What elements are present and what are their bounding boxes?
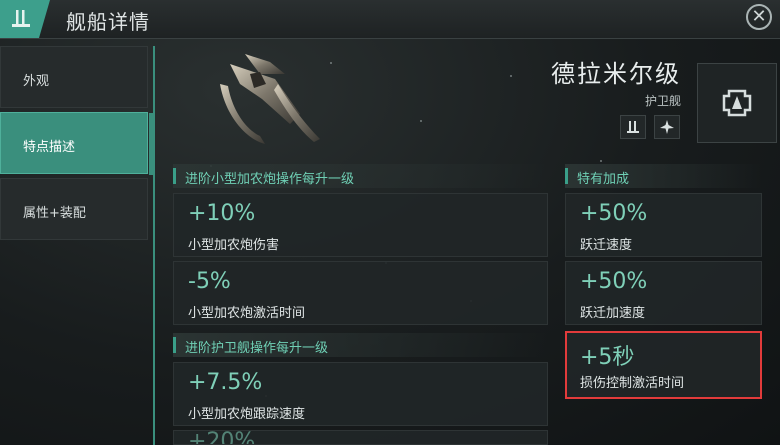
nav-item-description[interactable]: 特点描述	[0, 112, 153, 175]
bonus-label: 小型加农炮伤害	[188, 238, 280, 253]
nav-item-attributes[interactable]: 属性+装配	[0, 178, 148, 240]
bonus-card: +10% 小型加农炮伤害	[173, 193, 548, 257]
page-title: 舰船详情	[66, 10, 150, 34]
ship-class: 护卫舰	[644, 94, 681, 108]
bonus-card: +20%	[173, 430, 548, 445]
section-title-frigate: 进阶护卫舰操作每升一级	[173, 333, 548, 357]
highlight-box	[565, 331, 762, 399]
frigate-tag-icon	[620, 115, 646, 139]
bonus-label: 跃迁加速度	[580, 306, 646, 321]
nav-item-label: 特点描述	[23, 140, 76, 155]
bonus-card: +50% 跃迁速度	[565, 193, 762, 257]
bonus-label: 小型加农炮激活时间	[188, 306, 306, 321]
bonus-value: +50%	[580, 201, 648, 226]
bonus-card: +50% 跃迁加速度	[565, 261, 762, 325]
nav-item-appearance[interactable]: 外观	[0, 46, 148, 108]
ship-emblem-icon[interactable]	[697, 63, 777, 143]
bonus-label: 小型加农炮跟踪速度	[188, 407, 306, 422]
ship-type-icon	[0, 0, 50, 38]
section-title-small-cannon: 进阶小型加农炮操作每升一级	[173, 164, 548, 188]
bonus-value: +10%	[188, 201, 256, 226]
bonus-label: 跃迁速度	[580, 238, 633, 253]
ship-illustration	[220, 54, 320, 144]
top-bar: 舰船详情 ✕	[0, 0, 780, 39]
ship-name: 德拉米尔级	[551, 60, 681, 88]
bonus-card: +7.5% 小型加农炮跟踪速度	[173, 362, 548, 426]
nav-item-label: 属性+装配	[23, 206, 86, 221]
close-icon: ✕	[751, 6, 767, 27]
bonus-value: -5%	[188, 269, 231, 294]
bonus-value: +50%	[580, 269, 648, 294]
section-title-special: 特有加成	[565, 164, 762, 188]
nav-item-label: 外观	[23, 74, 50, 89]
bonus-card: -5% 小型加农炮激活时间	[173, 261, 548, 325]
fighter-tag-icon	[654, 115, 680, 139]
bonus-value: +20%	[188, 430, 256, 445]
close-button[interactable]: ✕	[746, 4, 772, 30]
bonus-value: +7.5%	[188, 370, 263, 395]
